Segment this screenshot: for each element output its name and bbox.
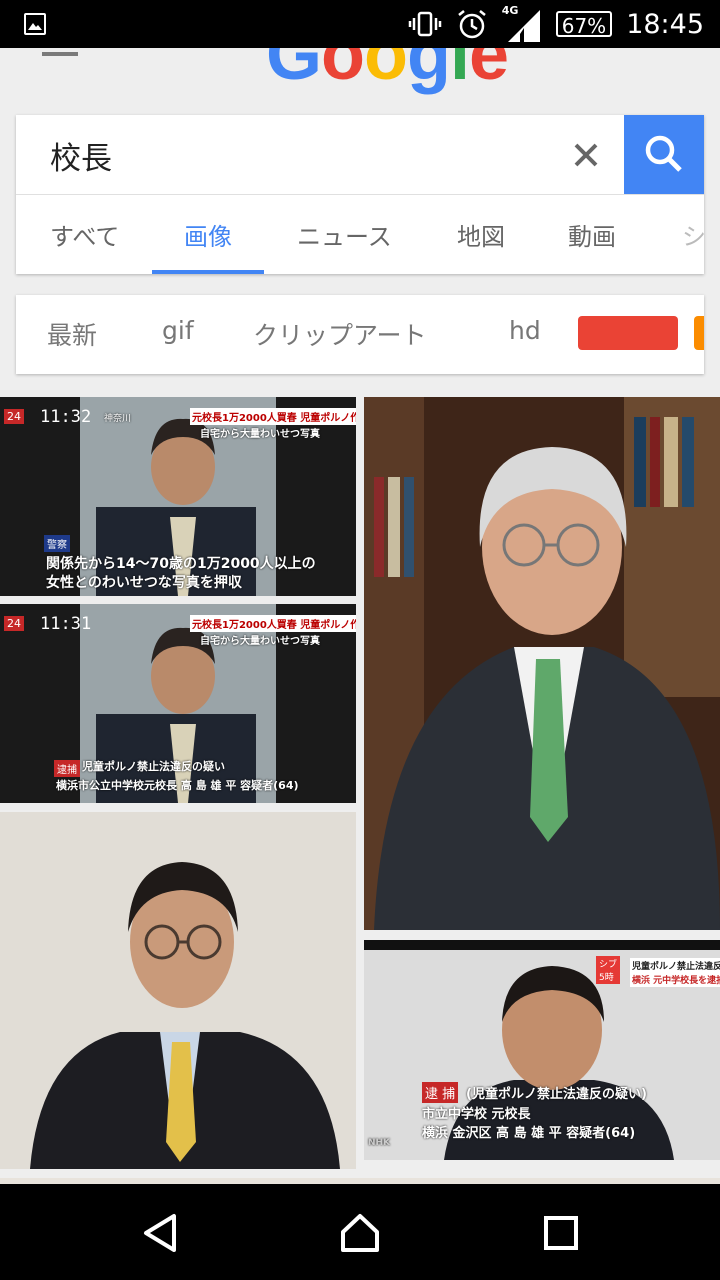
logo-letter: o [321, 48, 365, 95]
active-tab-indicator [152, 270, 264, 274]
clock: 18:45 [626, 8, 704, 40]
news-tag: 逮捕 [54, 760, 80, 777]
channel-logo: 24 [4, 616, 24, 631]
news-caption-line2: 横浜市公立中学校元校長 高 島 雄 平 容疑者(64) [56, 779, 299, 792]
image-result-3[interactable] [0, 812, 356, 1169]
chip-clipart[interactable]: クリップアート [253, 316, 427, 352]
filter-chips: 最新 gif クリップアート hd [16, 295, 704, 374]
chip-color-orange[interactable] [694, 316, 704, 350]
navigation-bar [0, 1184, 720, 1280]
chip-recent[interactable]: 最新 [47, 316, 97, 352]
signal-icon: 4G [502, 4, 542, 44]
image-result-1[interactable]: 24 11:32 神奈川 元校長1万2000人買春 児童ポルノ作成 自宅から大量… [0, 397, 356, 596]
ticker-time: 11:31 [40, 614, 92, 634]
location-label: 神奈川 [104, 414, 132, 424]
image-result-2[interactable]: 24 11:31 元校長1万2000人買春 児童ポルノ作成 自宅から大量わいせつ… [0, 604, 356, 803]
chip-hd[interactable]: hd [509, 316, 541, 345]
news-subbanner: 自宅から大量わいせつ写真 [200, 636, 320, 647]
channel-logo: 24 [4, 409, 24, 424]
news-caption-line2: 横浜 金沢区 高 島 雄 平 容疑者(64) [422, 1126, 636, 1141]
tab-news[interactable]: ニュース [297, 217, 392, 252]
page-header: Google [0, 48, 720, 108]
image-result-4[interactable] [364, 397, 720, 930]
tab-maps[interactable]: 地図 [457, 217, 505, 252]
recents-icon[interactable] [542, 1214, 580, 1252]
search-card: すべて 画像 ニュース 地図 動画 シ [16, 115, 704, 274]
news-caption-line1: 市立中学校 元校長 [422, 1107, 531, 1122]
tab-all[interactable]: すべて [50, 217, 119, 252]
vibrate-icon [408, 11, 441, 37]
nhk-watermark: NHK [368, 1138, 391, 1148]
news-channel-tag: シブ 5時 [596, 956, 621, 984]
search-tabs: すべて 画像 ニュース 地図 動画 シ [16, 195, 704, 274]
news-subbanner: 横浜 元中学校長を逮捕 [630, 972, 720, 987]
news-banner: 児童ポルノ禁止法違反の疑い [630, 958, 720, 973]
tab-images[interactable]: 画像 [184, 217, 232, 252]
search-button[interactable] [624, 115, 704, 194]
news-banner: 元校長1万2000人買春 児童ポルノ作成 [190, 615, 356, 632]
news-caption-line2: 女性とのわいせつな写真を押収 [46, 575, 242, 591]
google-logo[interactable]: Google [266, 48, 509, 96]
alarm-icon [457, 10, 486, 39]
chip-color-red[interactable] [578, 316, 678, 350]
home-icon[interactable] [339, 1212, 381, 1254]
tab-shopping[interactable]: シ [682, 217, 704, 252]
news-banner: 元校長1万2000人買春 児童ポルノ作成 [190, 408, 356, 425]
logo-letter: g [406, 48, 451, 95]
battery-icon: 67% [555, 11, 613, 38]
back-icon[interactable] [140, 1212, 182, 1254]
logo-letter: l [449, 48, 470, 95]
gallery-icon [24, 13, 46, 35]
news-caption-line1: 関係先から14〜70歳の1万2000人以上の [46, 556, 316, 572]
search-row [16, 115, 704, 195]
news-subbanner: 自宅から大量わいせつ写真 [200, 429, 320, 440]
close-icon[interactable] [564, 133, 608, 177]
news-caption-line0: (児童ポルノ禁止法違反の疑い) [466, 1087, 647, 1102]
status-bar: 4G 67% 18:45 [0, 0, 720, 48]
logo-letter: G [266, 48, 322, 95]
search-icon [645, 135, 682, 172]
logo-letter: o [364, 48, 408, 95]
menu-icon[interactable] [42, 52, 78, 56]
search-input[interactable] [48, 129, 552, 181]
image-result-5[interactable]: シブ5時 児童ポルノ禁止法違反の疑い 横浜 元中学校長を逮捕 逮 捕 (児童ポル… [364, 940, 720, 1160]
news-tag: 警察 [44, 535, 70, 552]
tab-videos[interactable]: 動画 [568, 217, 616, 252]
logo-letter: e [468, 48, 509, 95]
chip-gif[interactable]: gif [162, 316, 194, 345]
news-caption-line1: 児童ポルノ禁止法違反の疑い [82, 760, 225, 773]
news-tag: 逮 捕 [422, 1082, 459, 1103]
ticker-time: 11:32 [40, 407, 92, 427]
